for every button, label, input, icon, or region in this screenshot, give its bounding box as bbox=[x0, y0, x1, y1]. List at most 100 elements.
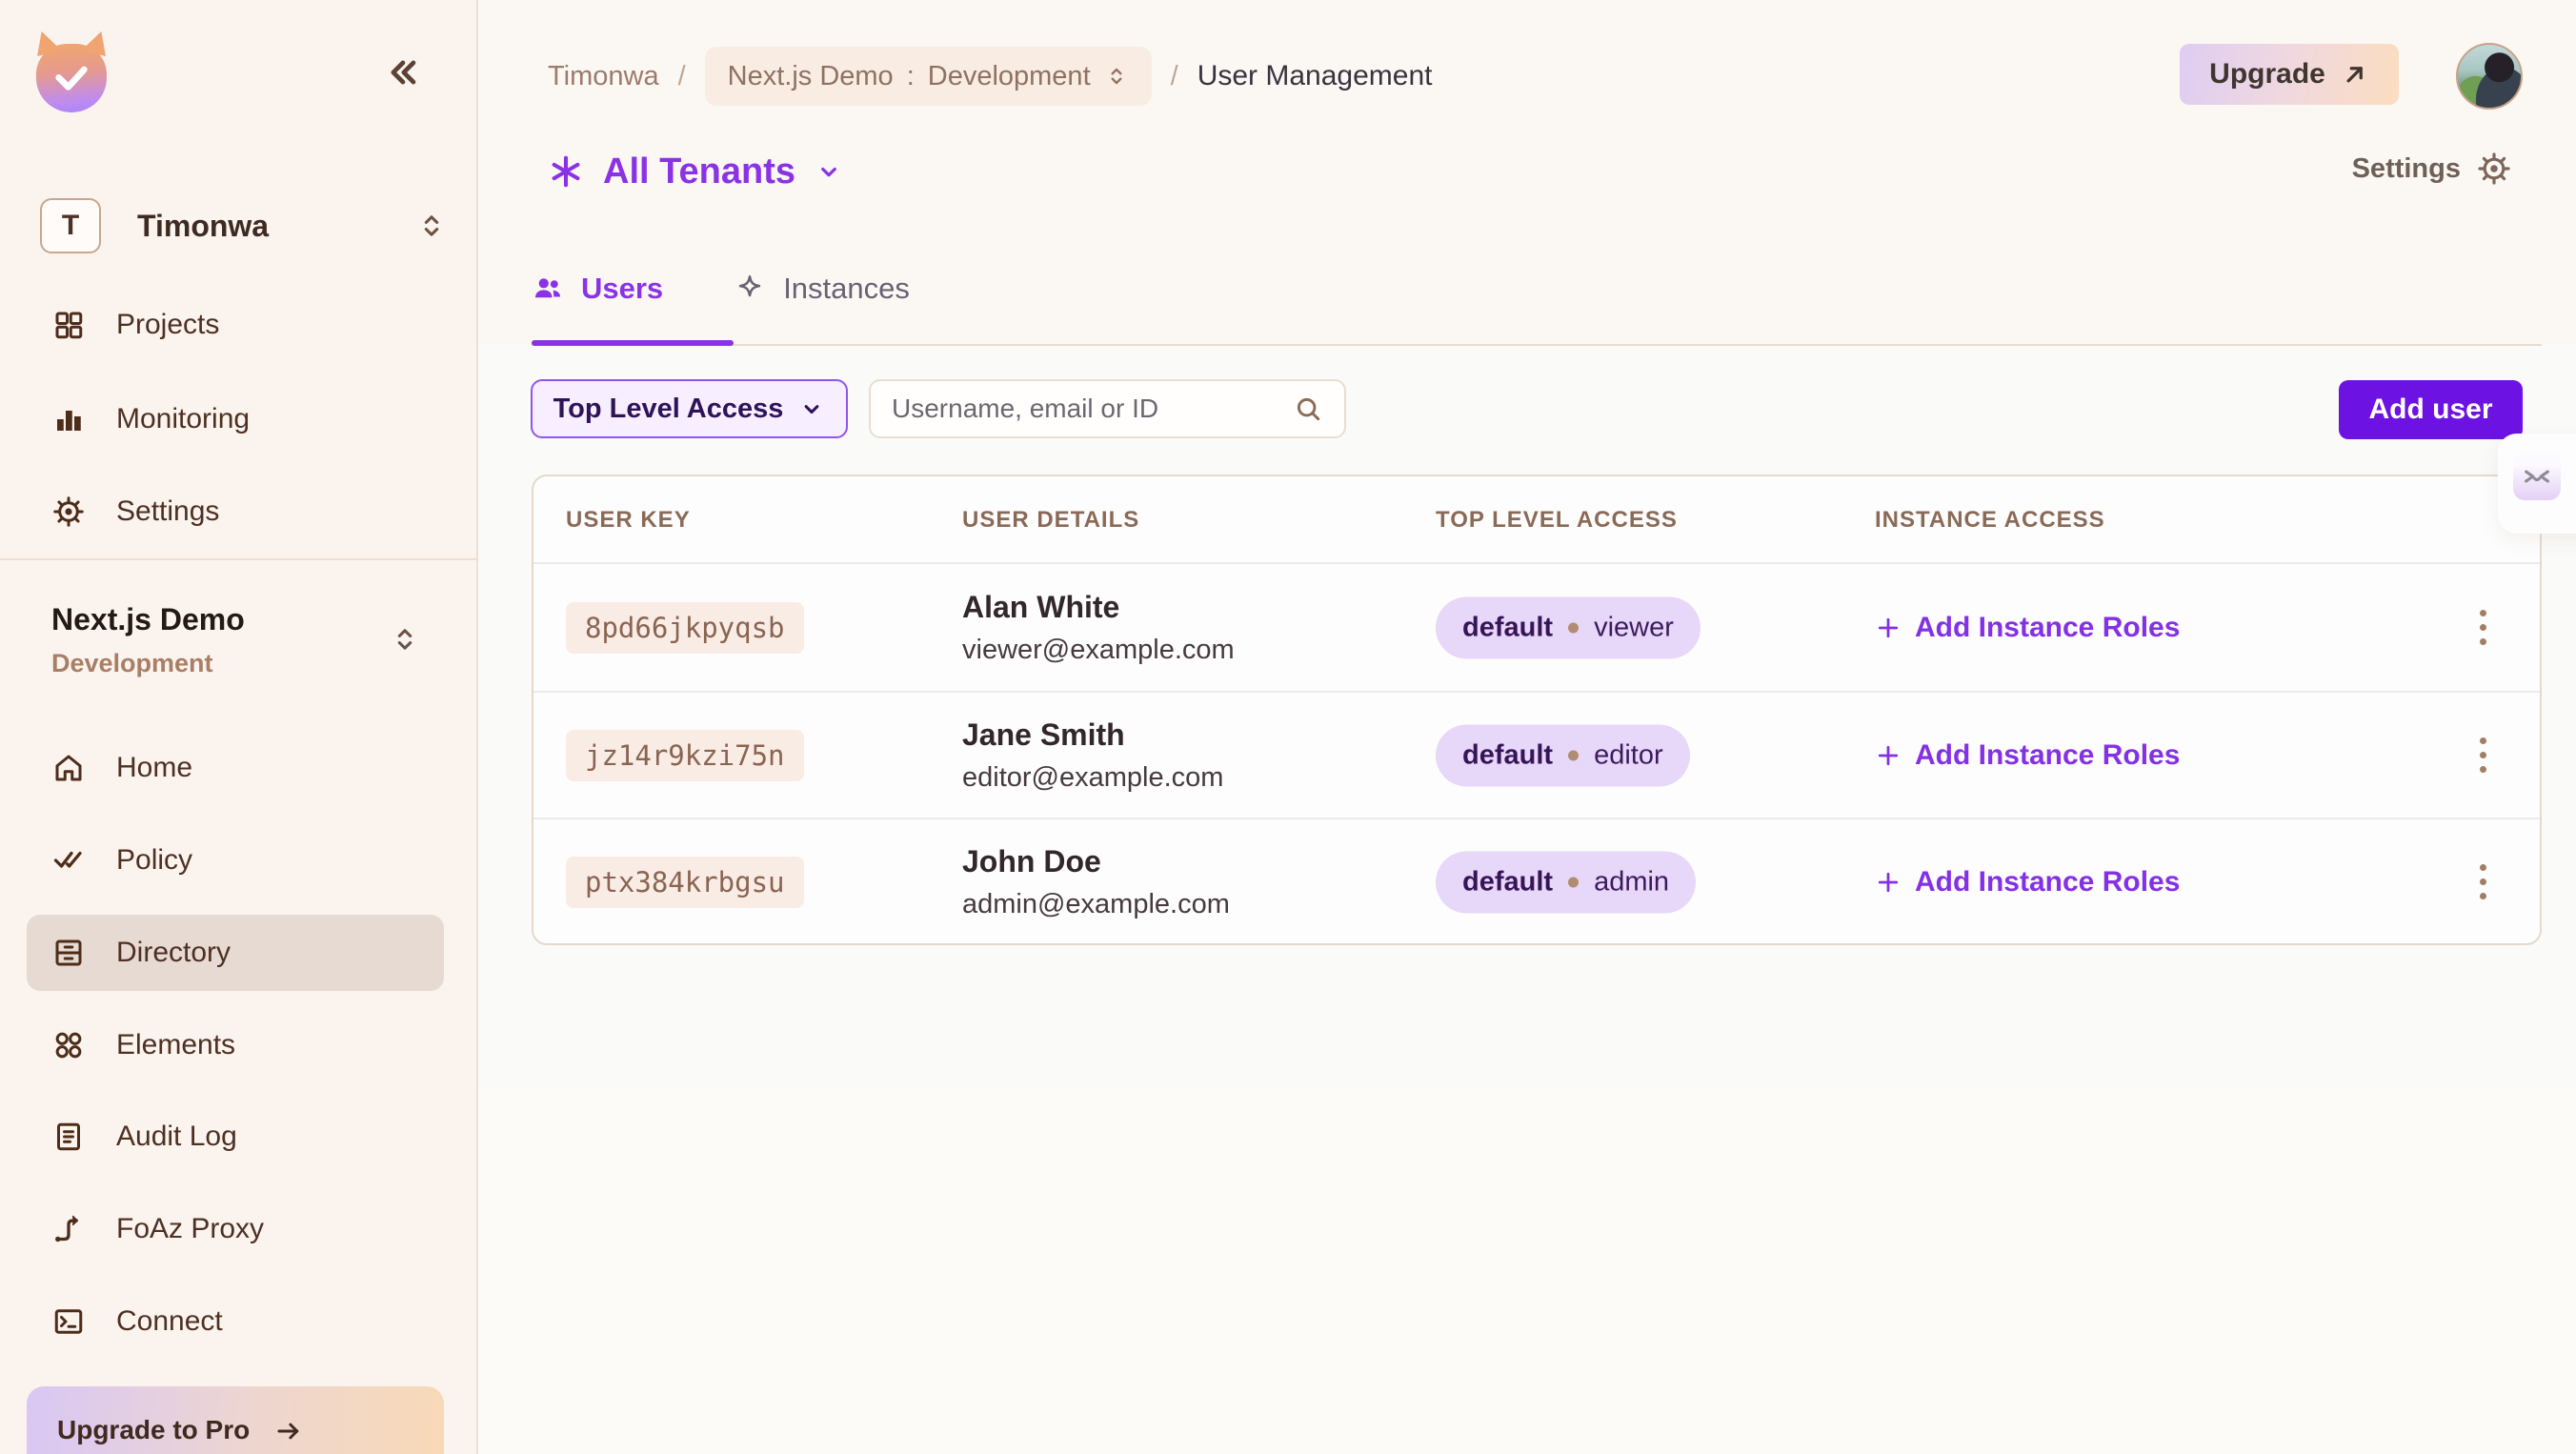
add-instance-roles-button[interactable]: Add Instance Roles bbox=[1875, 739, 2180, 772]
org-selector[interactable]: T Timonwa bbox=[40, 194, 448, 257]
sidebar-item-label: Projects bbox=[116, 309, 219, 341]
sidebar-collapse-button[interactable] bbox=[377, 48, 427, 97]
row-menu-button[interactable] bbox=[2460, 727, 2506, 784]
tenant-title: All Tenants bbox=[603, 151, 795, 192]
chevron-down-icon bbox=[798, 395, 825, 422]
tab-bar: Users Instances bbox=[532, 255, 910, 322]
arrow-up-right-icon bbox=[2341, 60, 2369, 89]
top-level-access-badge: default editor bbox=[1436, 724, 1690, 786]
home-icon bbox=[51, 751, 86, 785]
tenant-selector[interactable]: All Tenants bbox=[548, 141, 843, 202]
search-input[interactable] bbox=[892, 394, 1293, 424]
proxy-route-icon bbox=[51, 1212, 86, 1246]
add-instance-roles-label: Add Instance Roles bbox=[1915, 612, 2180, 644]
project-environment: Development bbox=[51, 649, 444, 678]
sidebar-item-elements[interactable]: Elements bbox=[27, 1007, 444, 1083]
badge-dot bbox=[1568, 622, 1579, 633]
table-row: jz14r9kzi75n Jane Smith editor@example.c… bbox=[533, 691, 2540, 818]
tenant-settings-link[interactable]: Settings bbox=[2352, 151, 2512, 187]
sidebar: T Timonwa Projects Monitoring bbox=[0, 0, 478, 1454]
active-tab-indicator bbox=[532, 340, 734, 346]
user-name: John Doe bbox=[962, 844, 1230, 879]
user-name: Jane Smith bbox=[962, 717, 1223, 753]
table-row: ptx384krbgsu John Doe admin@example.com … bbox=[533, 818, 2540, 944]
sidebar-item-label: Settings bbox=[116, 495, 219, 528]
policy-double-check-icon bbox=[51, 843, 86, 878]
dev-widget-button[interactable] bbox=[2513, 453, 2561, 500]
badge-role: admin bbox=[1594, 866, 1669, 898]
table-header-row: USER KEY USER DETAILS TOP LEVEL ACCESS I… bbox=[533, 476, 2540, 564]
sidebar-item-label: FoAz Proxy bbox=[116, 1213, 264, 1245]
sidebar-item-audit-log[interactable]: Audit Log bbox=[27, 1099, 444, 1175]
users-icon bbox=[532, 273, 564, 305]
user-email: admin@example.com bbox=[962, 889, 1230, 920]
tab-label: Instances bbox=[783, 272, 910, 306]
plus-icon bbox=[1875, 742, 1902, 769]
table-row: 8pd66jkpyqsb Alan White viewer@example.c… bbox=[533, 564, 2540, 691]
badge-dot bbox=[1568, 750, 1579, 760]
sidebar-item-directory[interactable]: Directory bbox=[27, 915, 444, 991]
squint-face-icon bbox=[2521, 460, 2553, 493]
user-name: Alan White bbox=[962, 590, 1235, 625]
tab-instances[interactable]: Instances bbox=[734, 255, 910, 322]
sidebar-item-home[interactable]: Home bbox=[27, 730, 444, 806]
upgrade-button[interactable]: Upgrade bbox=[2180, 44, 2399, 105]
users-table: USER KEY USER DETAILS TOP LEVEL ACCESS I… bbox=[532, 475, 2542, 945]
row-menu-button[interactable] bbox=[2460, 599, 2506, 656]
org-name: Timonwa bbox=[137, 209, 415, 244]
sidebar-item-foaz-proxy[interactable]: FoAz Proxy bbox=[27, 1191, 444, 1267]
sidebar-item-label: Policy bbox=[116, 844, 192, 877]
projects-grid-icon bbox=[51, 308, 86, 342]
project-name: Next.js Demo bbox=[51, 602, 444, 637]
add-instance-roles-label: Add Instance Roles bbox=[1915, 866, 2180, 899]
sidebar-item-projects[interactable]: Projects bbox=[27, 287, 444, 363]
floating-widget-card bbox=[2498, 434, 2576, 534]
sidebar-item-label: Audit Log bbox=[116, 1121, 237, 1153]
column-header-user-key: USER KEY bbox=[566, 476, 691, 564]
upgrade-to-pro-banner[interactable]: Upgrade to Pro bbox=[27, 1386, 444, 1454]
tab-users[interactable]: Users bbox=[532, 255, 663, 322]
org-initial-badge: T bbox=[40, 198, 101, 253]
badge-tenant: default bbox=[1462, 866, 1553, 898]
sidebar-item-connect[interactable]: Connect bbox=[27, 1283, 444, 1360]
add-instance-roles-label: Add Instance Roles bbox=[1915, 739, 2180, 772]
user-details: Jane Smith editor@example.com bbox=[962, 717, 1223, 794]
badge-role: editor bbox=[1594, 739, 1663, 771]
sidebar-item-label: Monitoring bbox=[116, 403, 250, 435]
main-content: Timonwa / Next.js Demo : Development / U… bbox=[478, 0, 2576, 1454]
breadcrumb-project-env-selector[interactable]: Next.js Demo : Development bbox=[705, 47, 1152, 106]
user-key-chip: ptx384krbgsu bbox=[566, 857, 804, 908]
add-user-button[interactable]: Add user bbox=[2339, 380, 2523, 439]
breadcrumb-colon: : bbox=[907, 61, 915, 92]
search-icon bbox=[1293, 394, 1323, 424]
sidebar-item-label: Connect bbox=[116, 1305, 223, 1338]
plus-icon bbox=[1875, 869, 1902, 896]
add-instance-roles-button[interactable]: Add Instance Roles bbox=[1875, 612, 2180, 644]
sidebar-item-settings[interactable]: Settings bbox=[27, 474, 444, 550]
badge-tenant: default bbox=[1462, 739, 1553, 771]
sidebar-item-policy[interactable]: Policy bbox=[27, 822, 444, 899]
user-details: John Doe admin@example.com bbox=[962, 844, 1230, 920]
breadcrumb-org-link[interactable]: Timonwa bbox=[548, 61, 659, 92]
user-email: viewer@example.com bbox=[962, 635, 1235, 666]
sidebar-divider bbox=[0, 558, 476, 560]
project-selector[interactable]: Next.js Demo Development bbox=[51, 602, 444, 678]
breadcrumb: Timonwa / Next.js Demo : Development / U… bbox=[548, 47, 1432, 106]
row-menu-button[interactable] bbox=[2460, 854, 2506, 911]
sidebar-item-monitoring[interactable]: Monitoring bbox=[27, 381, 444, 457]
upgrade-to-pro-label: Upgrade to Pro bbox=[57, 1415, 250, 1445]
badge-dot bbox=[1568, 877, 1579, 887]
connect-terminal-icon bbox=[51, 1304, 86, 1339]
breadcrumb-separator: / bbox=[1171, 61, 1178, 92]
access-filter-label: Top Level Access bbox=[553, 394, 784, 425]
add-instance-roles-button[interactable]: Add Instance Roles bbox=[1875, 866, 2180, 899]
arrow-right-icon bbox=[274, 1417, 303, 1445]
gear-icon bbox=[2476, 151, 2512, 187]
user-key-chip: jz14r9kzi75n bbox=[566, 730, 804, 781]
elements-circles-icon bbox=[51, 1028, 86, 1062]
user-avatar[interactable] bbox=[2456, 43, 2523, 110]
user-details: Alan White viewer@example.com bbox=[962, 590, 1235, 666]
app-window: T Timonwa Projects Monitoring bbox=[0, 0, 2576, 1454]
top-level-access-filter[interactable]: Top Level Access bbox=[531, 379, 848, 438]
chevron-down-icon bbox=[815, 157, 843, 186]
